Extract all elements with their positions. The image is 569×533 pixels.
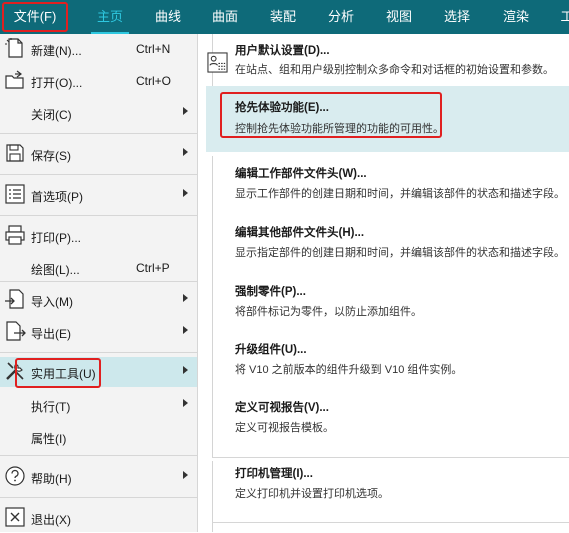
submenu-arrow-icon <box>183 326 188 334</box>
submenu-item-define-visual-report[interactable]: 定义可视报告(V)... 定义可视报告模板。 <box>206 392 569 448</box>
menu-item-print[interactable]: 打印(P)... <box>0 221 197 251</box>
tab-view[interactable]: 视图 <box>374 0 424 34</box>
menu-item-properties[interactable]: 属性(I) <box>0 422 197 452</box>
submenu-arrow-icon <box>183 399 188 407</box>
submenu-arrow-icon <box>183 107 188 115</box>
submenu-arrow-icon <box>183 471 188 479</box>
menu-item-open[interactable]: 打开(O)... Ctrl+O <box>0 66 197 96</box>
preferences-icon <box>5 184 25 204</box>
printer-icon <box>5 225 25 245</box>
import-icon <box>5 289 24 309</box>
menu-item-plot[interactable]: 绘图(L)... Ctrl+P <box>0 253 197 283</box>
submenu-item-user-defaults[interactable]: 用户默认设置(D)... 在站点、组和用户级别控制众多命令和对话框的初始设置和参… <box>206 34 569 86</box>
menu-divider <box>0 497 197 498</box>
new-file-icon <box>5 38 23 58</box>
menu-item-new[interactable]: 新建(N)... Ctrl+N <box>0 34 197 64</box>
user-defaults-icon <box>207 52 228 73</box>
submenu-arrow-icon <box>183 366 188 374</box>
menu-item-export[interactable]: 导出(E) <box>0 317 197 347</box>
submenu-arrow-icon <box>183 189 188 197</box>
annotation-box-early-access <box>220 92 442 138</box>
menu-divider <box>0 455 197 456</box>
menu-item-preferences[interactable]: 首选项(P) <box>0 180 197 210</box>
menu-item-close[interactable]: 关闭(C) <box>0 98 197 128</box>
tab-analysis[interactable]: 分析 <box>316 0 366 34</box>
export-icon <box>6 321 26 341</box>
submenu-arrow-icon <box>183 294 188 302</box>
submenu-item-force-piece-part[interactable]: 强制零件(P)... 将部件标记为零件，以防止添加组件。 <box>206 276 569 332</box>
open-folder-icon <box>5 70 24 89</box>
save-icon <box>6 144 24 162</box>
submenu-item-edit-other-part-header[interactable]: 编辑其他部件文件头(H)... 显示指定部件的创建日期和时间，并编辑该部件的状态… <box>206 216 569 272</box>
menu-divider <box>0 174 197 175</box>
menu-divider <box>0 352 197 353</box>
tab-home[interactable]: 主页 <box>85 0 135 34</box>
annotation-box-utilities <box>15 358 101 388</box>
tab-curve[interactable]: 曲线 <box>143 0 193 34</box>
annotation-box-file-tab <box>2 2 68 32</box>
menu-item-exit[interactable]: 退出(X) <box>0 503 197 533</box>
submenu-arrow-icon <box>183 148 188 156</box>
exit-icon <box>5 507 25 527</box>
help-icon <box>5 466 25 486</box>
ribbon-tab-bar: 文件(F) 主页 曲线 曲面 装配 分析 视图 选择 渲染 工 <box>0 0 569 34</box>
tab-select[interactable]: 选择 <box>432 0 482 34</box>
tab-tools[interactable]: 工 <box>552 0 569 34</box>
submenu-item-upgrade-components[interactable]: 升级组件(U)... 将 V10 之前版本的组件升级到 V10 组件实例。 <box>206 334 569 390</box>
menu-divider <box>0 281 197 282</box>
tab-surface[interactable]: 曲面 <box>200 0 250 34</box>
submenu-item-edit-work-part-header[interactable]: 编辑工作部件文件头(W)... 显示工作部件的创建日期和时间，并编辑该部件的状态… <box>206 156 569 212</box>
menu-item-help[interactable]: 帮助(H) <box>0 462 197 492</box>
submenu-item-printer-management[interactable]: 打印机管理(I)... 定义打印机并设置打印机选项。 <box>206 458 569 514</box>
menu-item-execute[interactable]: 执行(T) <box>0 390 197 420</box>
tab-render[interactable]: 渲染 <box>490 0 542 34</box>
menu-item-save[interactable]: 保存(S) <box>0 139 197 169</box>
tab-assembly[interactable]: 装配 <box>258 0 308 34</box>
menu-item-import[interactable]: 导入(M) <box>0 285 197 315</box>
menu-divider <box>0 133 197 134</box>
menu-divider <box>0 215 197 216</box>
submenu-divider <box>212 522 569 523</box>
